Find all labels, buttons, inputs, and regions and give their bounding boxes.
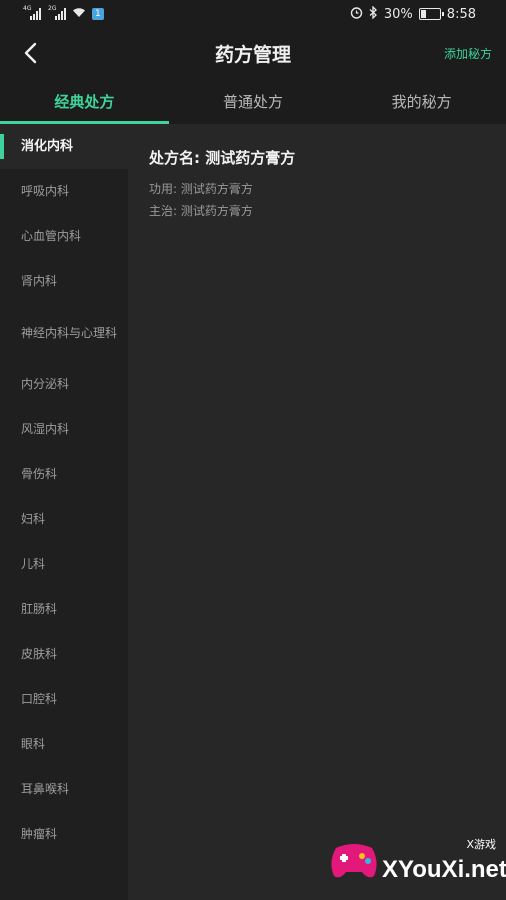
alarm-icon [350, 6, 363, 23]
prescription-name[interactable]: 处方名: 测试药方膏方 [149, 147, 295, 168]
department-sidebar: 消化内科 呼吸内科 心血管内科 肾内科 神经内科与心理科 内分泌科 风湿内科 骨… [0, 124, 128, 900]
sidebar-item-oncology[interactable]: 肿瘤科 [0, 812, 128, 857]
sidebar-item-cardiology[interactable]: 心血管内科 [0, 214, 128, 259]
tab-classic-prescriptions[interactable]: 经典处方 [0, 78, 169, 124]
sidebar-item-nephrology[interactable]: 肾内科 [0, 259, 128, 304]
page-title: 药方管理 [214, 43, 291, 66]
sidebar-item-ophthalmology[interactable]: 眼科 [0, 722, 128, 767]
watermark-brand: XYouXi.net [382, 856, 506, 883]
sidebar-item-gastroenterology[interactable]: 消化内科 [0, 124, 128, 169]
tab-common-prescriptions[interactable]: 普通处方 [169, 78, 338, 124]
prescription-indication: 主治: 测试药方膏方 [149, 204, 253, 218]
prescription-list: 处方名: 测试药方膏方 功用: 测试药方膏方 主治: 测试药方膏方 [128, 124, 506, 900]
tab-bar: 经典处方 普通处方 我的秘方 [0, 78, 506, 124]
sidebar-item-endocrinology[interactable]: 内分泌科 [0, 362, 128, 407]
wifi-icon [72, 7, 86, 21]
app-header: 药方管理 添加秘方 [0, 28, 506, 78]
sidebar-item-proctology[interactable]: 肛肠科 [0, 587, 128, 632]
sidebar-item-gynecology[interactable]: 妇科 [0, 497, 128, 542]
sidebar-item-dermatology[interactable]: 皮肤科 [0, 632, 128, 677]
cellular-signal-icon: 4G [23, 5, 41, 20]
sidebar-item-orthopedics[interactable]: 骨伤科 [0, 452, 128, 497]
battery-percent: 30% [383, 6, 413, 22]
prescription-function: 功用: 测试药方膏方 [149, 182, 253, 196]
battery-icon [418, 8, 444, 20]
sidebar-item-pediatrics[interactable]: 儿科 [0, 542, 128, 587]
site-watermark: X游戏 XYouXi.net [328, 822, 506, 892]
sidebar-item-neurology-psychology[interactable]: 神经内科与心理科 [0, 304, 128, 362]
sidebar-item-rheumatology[interactable]: 风湿内科 [0, 407, 128, 452]
clock-time: 8:58 [446, 6, 476, 22]
sidebar-item-stomatology[interactable]: 口腔科 [0, 677, 128, 722]
signal-type-2-label: 2G [48, 5, 57, 12]
signal-type-label: 4G [23, 5, 32, 12]
watermark-cn-label: X游戏 [466, 838, 496, 851]
tab-my-secret-recipes[interactable]: 我的秘方 [337, 78, 506, 124]
gamepad-logo-icon [331, 844, 377, 878]
bluetooth-icon [369, 4, 378, 23]
sidebar-item-respiratory[interactable]: 呼吸内科 [0, 169, 128, 214]
sidebar-item-ent[interactable]: 耳鼻喉科 [0, 767, 128, 812]
add-secret-recipe-button[interactable]: 添加秘方 [444, 28, 492, 78]
cellular-signal-2-icon: 2G [48, 5, 66, 20]
sim-badge: 1 [92, 8, 104, 20]
status-bar: 4G 2G 1 30% 8:58 [0, 0, 506, 28]
